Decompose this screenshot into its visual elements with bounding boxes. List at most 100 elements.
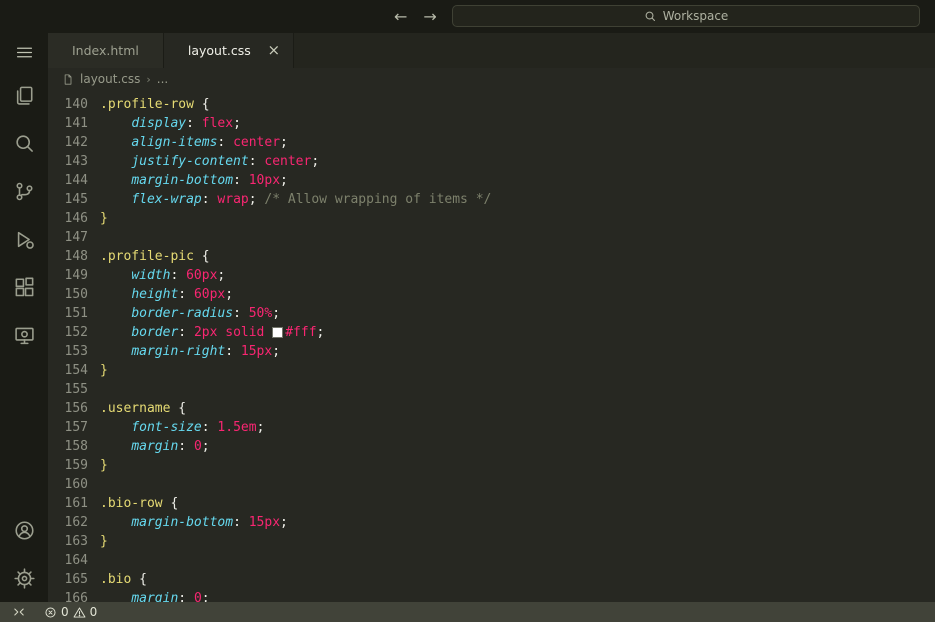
run-debug-icon — [17, 231, 34, 249]
code-line[interactable]: 162 margin-bottom: 15px; — [48, 513, 935, 532]
token-val: flex — [201, 116, 234, 131]
code-line[interactable]: 140 .profile-row { — [48, 95, 935, 114]
forward-arrow[interactable]: → — [423, 7, 436, 26]
title-bar: ← → Workspace — [0, 0, 935, 33]
line-number: 148 — [64, 249, 88, 264]
code-text: margin-bottom: 15px; — [88, 513, 288, 532]
token-prop: border-radius — [131, 306, 234, 321]
breadcrumb: layout.css › ... — [48, 68, 935, 90]
monitor-preview-icon — [14, 327, 34, 344]
token-prop: margin — [131, 591, 179, 602]
token-sel: } — [100, 458, 108, 473]
activity-accounts[interactable] — [0, 506, 48, 554]
token-pun: ; — [256, 420, 265, 435]
token-val: 15px — [248, 515, 281, 530]
code-text: margin: 0; — [88, 437, 210, 456]
code-line[interactable]: 149 width: 60px; — [48, 266, 935, 285]
token-prop: flex-wrap — [131, 192, 202, 207]
code-line[interactable]: 151 border-radius: 50%; — [48, 304, 935, 323]
code-line[interactable]: 160 — [48, 475, 935, 494]
token-pun — [100, 173, 131, 188]
token-pun: : — [178, 325, 194, 340]
token-val: 50% — [248, 306, 273, 321]
token-prop: margin-bottom — [131, 515, 234, 530]
code-line[interactable]: 156 .username { — [48, 399, 935, 418]
code-line[interactable]: 161 .bio-row { — [48, 494, 935, 513]
activity-settings[interactable] — [0, 554, 48, 602]
error-count: 0 — [61, 605, 69, 619]
remote-icon — [14, 608, 24, 616]
code-text: } — [88, 456, 108, 475]
token-pun — [100, 192, 131, 207]
code-line[interactable]: 143 justify-content: center; — [48, 152, 935, 171]
code-line[interactable]: 163} — [48, 532, 935, 551]
tab-layout-css[interactable]: layout.css × — [163, 33, 294, 68]
code-line[interactable]: 153 margin-right: 15px; — [48, 342, 935, 361]
code-line[interactable]: 146} — [48, 209, 935, 228]
code-line[interactable]: 158 margin: 0; — [48, 437, 935, 456]
token-sel: } — [100, 534, 108, 549]
activity-extensions[interactable] — [0, 263, 48, 311]
token-pun: { — [170, 401, 187, 416]
color-swatch[interactable] — [272, 327, 284, 338]
token-val: 10px — [248, 173, 281, 188]
activity-run-debug[interactable] — [0, 215, 48, 263]
token-pun: : — [178, 439, 194, 454]
code-line[interactable]: 164 — [48, 551, 935, 570]
token-pun — [100, 154, 131, 169]
token-pun: ; — [201, 439, 210, 454]
token-pun: ; — [233, 116, 241, 131]
remote-indicator[interactable] — [8, 602, 30, 622]
line-number: 152 — [64, 325, 88, 340]
editor-code[interactable]: 140 .profile-row {141 display: flex; 142 a… — [48, 90, 935, 602]
token-pun: ; — [316, 325, 325, 340]
breadcrumb-more[interactable]: ... — [157, 72, 168, 86]
code-line[interactable]: 150 height: 60px; — [48, 285, 935, 304]
code-line[interactable]: 145 flex-wrap: wrap; /* Allow wrapping o… — [48, 190, 935, 209]
account-icon — [14, 520, 34, 540]
code-line[interactable]: 155 — [48, 380, 935, 399]
code-text: margin-bottom: 10px; — [88, 171, 288, 190]
token-pun: { — [193, 249, 210, 264]
token-val: 0 — [193, 591, 202, 602]
token-pun: : — [233, 306, 249, 321]
code-line[interactable]: 152 border: 2px solid #fff; — [48, 323, 935, 342]
code-line[interactable]: 159} — [48, 456, 935, 475]
back-arrow[interactable]: ← — [394, 7, 407, 26]
token-prop: display — [131, 116, 187, 131]
token-pun — [264, 325, 272, 340]
token-val: 15px — [240, 344, 273, 359]
line-number: 140 — [64, 97, 88, 112]
history-navigation: ← → — [394, 0, 437, 33]
code-line[interactable]: 166 margin: 0; — [48, 589, 935, 602]
activity-source-control[interactable] — [0, 167, 48, 215]
code-line[interactable]: 147 — [48, 228, 935, 247]
line-number: 154 — [64, 363, 88, 378]
code-line[interactable]: 157 font-size: 1.5em; — [48, 418, 935, 437]
code-line[interactable]: 154} — [48, 361, 935, 380]
token-pun: ; — [217, 268, 226, 283]
workspace-search-box[interactable]: Workspace — [452, 5, 920, 27]
activity-remote-explorer[interactable] — [0, 311, 48, 359]
token-pun — [100, 135, 131, 150]
activity-menu[interactable] — [0, 33, 48, 71]
token-pun: ; — [225, 287, 234, 302]
activity-search[interactable] — [0, 119, 48, 167]
status-bar: 0 0 — [0, 602, 935, 622]
gear-icon — [13, 567, 35, 589]
problems-indicator[interactable]: 0 0 — [40, 602, 101, 622]
code-line[interactable]: 148 .profile-pic { — [48, 247, 935, 266]
tab-index-html[interactable]: Index.html — [48, 33, 164, 68]
close-icon[interactable]: × — [265, 41, 283, 60]
token-prop: height — [131, 287, 179, 302]
code-text: flex-wrap: wrap; /* Allow wrapping of it… — [88, 190, 491, 209]
token-pun: : — [170, 268, 187, 283]
code-line[interactable]: 165 .bio { — [48, 570, 935, 589]
code-line[interactable]: 141 display: flex; — [48, 114, 935, 133]
code-line[interactable]: 142 align-items: center; — [48, 133, 935, 152]
breadcrumb-file[interactable]: layout.css — [80, 72, 140, 86]
activity-explorer[interactable] — [0, 71, 48, 119]
token-pun: { — [162, 496, 179, 511]
code-line[interactable]: 144 margin-bottom: 10px; — [48, 171, 935, 190]
